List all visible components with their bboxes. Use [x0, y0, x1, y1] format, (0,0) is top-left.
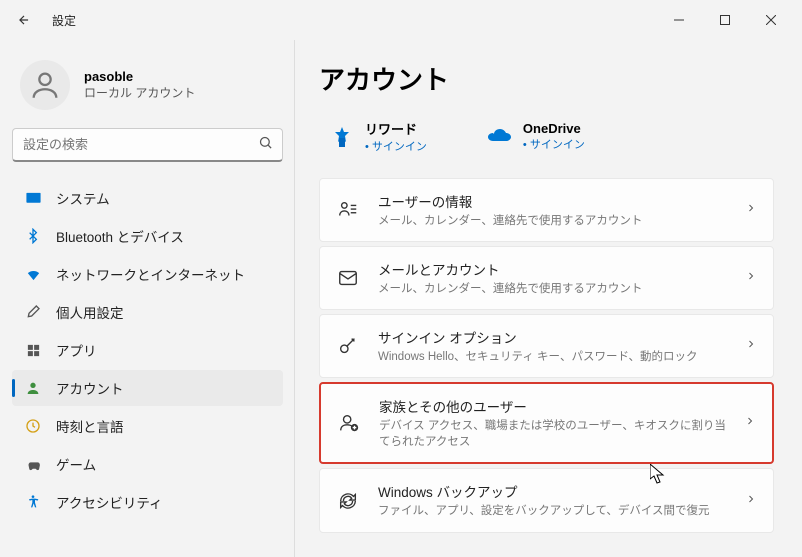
brush-icon	[24, 303, 42, 321]
sidebar-item-bluetooth[interactable]: Bluetooth とデバイス	[12, 218, 283, 254]
onedrive-icon	[487, 124, 513, 150]
setting-sub: メール、カレンダー、連絡先で使用するアカウント	[378, 281, 727, 297]
setting-sub: Windows Hello、セキュリティ キー、パスワード、動的ロック	[378, 349, 727, 365]
user-info-icon	[336, 198, 360, 222]
chevron-right-icon	[745, 269, 757, 287]
quick-card-title: OneDrive	[523, 121, 585, 136]
back-button[interactable]	[8, 4, 40, 36]
sidebar-item-apps[interactable]: アプリ	[12, 332, 283, 368]
quick-card-onedrive[interactable]: OneDrive サインイン	[487, 119, 585, 154]
setting-windows-backup[interactable]: Windows バックアップ ファイル、アプリ、設定をバックアップして、デバイス…	[319, 468, 774, 532]
sidebar-item-network[interactable]: ネットワークとインターネット	[12, 256, 283, 292]
chevron-right-icon	[745, 492, 757, 510]
settings-list: ユーザーの情報 メール、カレンダー、連絡先で使用するアカウント メールとアカウン…	[319, 178, 774, 533]
sidebar-item-label: アカウント	[56, 378, 124, 398]
rewards-icon	[329, 124, 355, 150]
page-title: アカウント	[319, 60, 774, 97]
people-add-icon	[337, 411, 361, 435]
nav-list: システム Bluetooth とデバイス ネットワークとインターネット 個人用設…	[12, 180, 283, 520]
window-title: 設定	[52, 12, 76, 29]
setting-title: Windows バックアップ	[378, 481, 727, 501]
setting-title: ユーザーの情報	[378, 191, 727, 211]
sidebar-item-label: 個人用設定	[56, 302, 124, 322]
sidebar-item-label: アプリ	[56, 340, 97, 360]
quick-cards: リワード サインイン OneDrive サインイン	[319, 119, 774, 154]
chevron-right-icon	[745, 337, 757, 355]
avatar	[20, 60, 70, 110]
key-icon	[336, 334, 360, 358]
wifi-icon	[24, 265, 42, 283]
mail-icon	[336, 266, 360, 290]
setting-sub: デバイス アクセス、職場または学校のユーザー、キオスクに割り当てられたアクセス	[379, 418, 726, 450]
minimize-button[interactable]	[656, 4, 702, 36]
close-button[interactable]	[748, 4, 794, 36]
search-icon	[258, 135, 273, 155]
chevron-right-icon	[744, 414, 756, 432]
sidebar-item-personalization[interactable]: 個人用設定	[12, 294, 283, 330]
chevron-right-icon	[745, 201, 757, 219]
setting-user-info[interactable]: ユーザーの情報 メール、カレンダー、連絡先で使用するアカウント	[319, 178, 774, 242]
quick-card-title: リワード	[365, 119, 427, 138]
maximize-button[interactable]	[702, 4, 748, 36]
sidebar-item-label: 時刻と言語	[56, 416, 124, 436]
sidebar-item-label: Bluetooth とデバイス	[56, 226, 184, 246]
sidebar-item-label: アクセシビリティ	[56, 492, 163, 512]
setting-title: サインイン オプション	[378, 327, 727, 347]
sidebar-item-time-language[interactable]: 時刻と言語	[12, 408, 283, 444]
profile-name: pasoble	[84, 69, 195, 84]
system-icon	[24, 189, 42, 207]
setting-sub: ファイル、アプリ、設定をバックアップして、デバイス間で復元	[378, 503, 727, 519]
sidebar-item-label: ゲーム	[56, 454, 96, 474]
quick-card-rewards[interactable]: リワード サインイン	[329, 119, 427, 154]
setting-signin-options[interactable]: サインイン オプション Windows Hello、セキュリティ キー、パスワー…	[319, 314, 774, 378]
content-area: アカウント リワード サインイン OneDrive サインイン	[294, 40, 802, 557]
sidebar-item-label: ネットワークとインターネット	[56, 264, 245, 284]
search-container	[12, 128, 283, 162]
apps-icon	[24, 341, 42, 359]
gamepad-icon	[24, 455, 42, 473]
backup-icon	[336, 489, 360, 513]
profile-subtitle: ローカル アカウント	[84, 84, 195, 101]
setting-family-other-users[interactable]: 家族とその他のユーザー デバイス アクセス、職場または学校のユーザー、キオスクに…	[319, 382, 774, 464]
sidebar-item-system[interactable]: システム	[12, 180, 283, 216]
sidebar-item-accounts[interactable]: アカウント	[12, 370, 283, 406]
bluetooth-icon	[24, 227, 42, 245]
setting-sub: メール、カレンダー、連絡先で使用するアカウント	[378, 213, 727, 229]
setting-title: メールとアカウント	[378, 259, 727, 279]
titlebar: 設定	[0, 0, 802, 40]
accessibility-icon	[24, 493, 42, 511]
quick-card-sub: サインイン	[523, 136, 585, 152]
sidebar-item-label: システム	[56, 188, 110, 208]
setting-email-accounts[interactable]: メールとアカウント メール、カレンダー、連絡先で使用するアカウント	[319, 246, 774, 310]
sidebar: pasoble ローカル アカウント システム Bluetooth とデバイス	[0, 40, 295, 557]
quick-card-sub: サインイン	[365, 138, 427, 154]
setting-title: 家族とその他のユーザー	[379, 396, 726, 416]
sidebar-item-accessibility[interactable]: アクセシビリティ	[12, 484, 283, 520]
search-input[interactable]	[12, 128, 283, 162]
sidebar-item-gaming[interactable]: ゲーム	[12, 446, 283, 482]
profile-card[interactable]: pasoble ローカル アカウント	[12, 52, 283, 128]
clock-icon	[24, 417, 42, 435]
person-icon	[24, 379, 42, 397]
